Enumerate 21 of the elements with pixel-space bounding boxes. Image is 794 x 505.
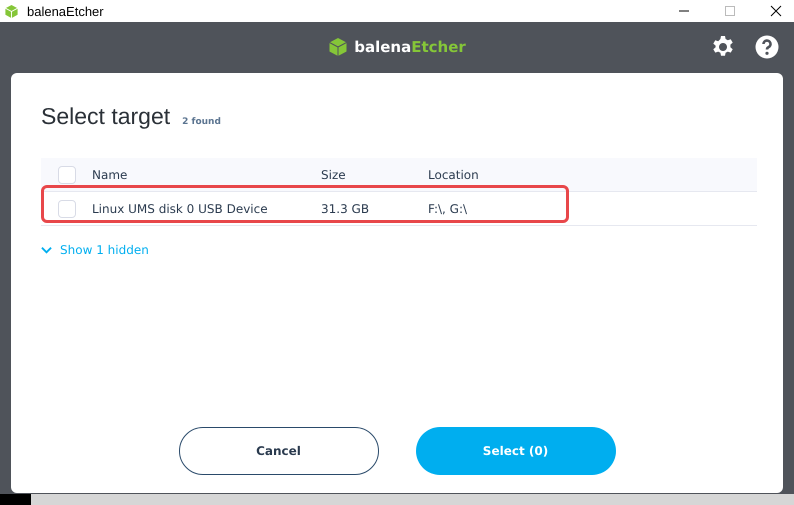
column-header: Location [428,168,480,182]
select-all-checkbox[interactable] [58,166,76,184]
show-hidden-link[interactable]: Show 1 hidden [41,243,149,257]
found-count: 2 found [182,117,221,127]
chevron-down-icon [41,246,52,254]
logo-text: balenaEtcher [354,38,466,56]
help-icon[interactable] [755,35,779,59]
table-cell-text: 31.3 GB [321,202,370,216]
table-cell-text: Linux UMS disk 0 USB Device [92,202,269,216]
close-icon[interactable] [770,5,782,17]
cube-icon [328,37,348,57]
app-icon [4,4,19,18]
table-cell-text: F:\, G:\ [428,202,468,216]
cancel-button[interactable]: Cancel [178,427,378,475]
select-button[interactable]: Select (0) [416,427,616,475]
column-header: Size [321,168,347,182]
window-title: balenaEtcher [27,4,104,18]
column-header: Name [92,168,128,182]
settings-icon[interactable] [711,35,735,59]
dialog-title: Select target [41,103,170,130]
row-checkbox[interactable] [58,200,76,218]
